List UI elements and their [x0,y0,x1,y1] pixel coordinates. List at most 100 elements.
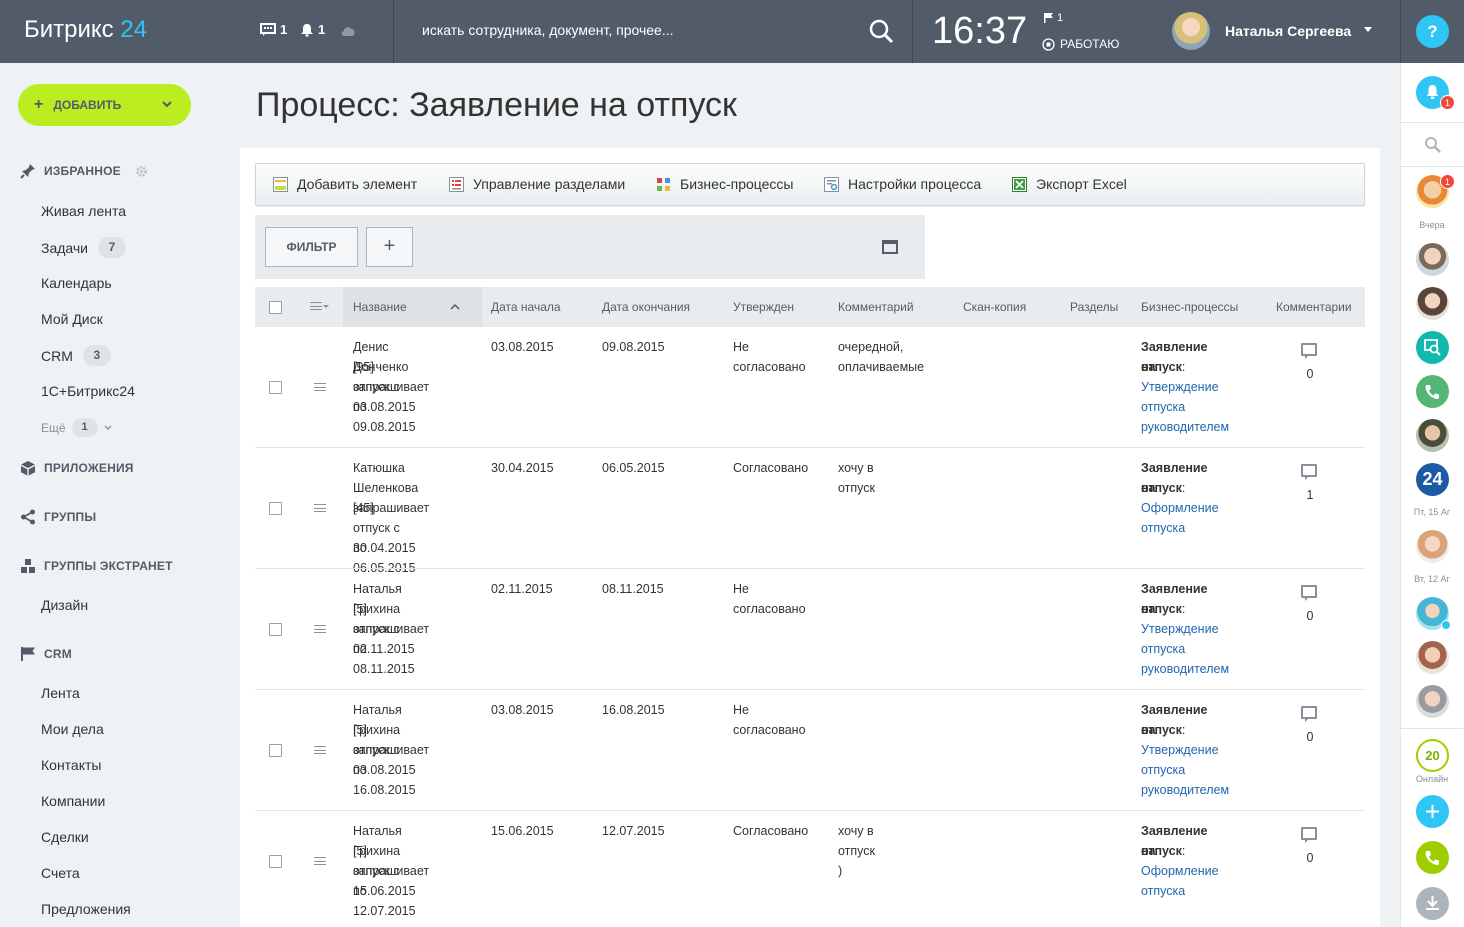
sidebar-item-crm[interactable]: CRM 3 [41,345,111,366]
col-approved[interactable]: Утвержден [733,300,794,314]
process-settings-button[interactable]: Настройки процесса [824,176,981,192]
row-bp-link[interactable]: Утверждение [1141,619,1219,639]
row-bp-link[interactable]: Утверждение [1141,740,1219,760]
col-end-date[interactable]: Дата окончания [602,300,690,314]
row-name[interactable]: по 12.07.2015 [353,881,416,921]
add-filter-button[interactable]: + [366,227,413,267]
comment-icon[interactable] [1301,343,1317,359]
search-icon[interactable] [1424,136,1441,153]
sidebar-item-my-activities[interactable]: Мои дела [41,721,104,737]
call-button[interactable] [1416,841,1449,874]
column-settings-icon[interactable] [310,302,322,310]
sidebar-item-design[interactable]: Дизайн [41,597,88,613]
export-excel-button[interactable]: Экспорт Excel [1012,176,1127,192]
sidebar-item-companies[interactable]: Компании [41,793,105,809]
messages-counter[interactable]: 1 [260,22,287,37]
row-bp-link[interactable]: Утверждение [1141,377,1219,397]
comment-icon[interactable] [1301,464,1317,480]
row-checkbox[interactable] [269,855,282,868]
sidebar-item-quotes[interactable]: Предложения [41,901,131,917]
apps-header[interactable]: ПРИЛОЖЕНИЯ [20,460,134,476]
row-menu-icon[interactable] [314,383,326,391]
groups-header[interactable]: ГРУППЫ [20,509,96,525]
row-menu-icon[interactable] [314,857,326,865]
contact-avatar[interactable] [1416,641,1449,674]
telephony-button[interactable] [1416,375,1449,408]
row-bp-link[interactable]: руководителем [1141,780,1229,800]
search-icon[interactable] [868,18,894,44]
contact-avatar[interactable] [1416,530,1449,563]
cloud-icon[interactable] [340,25,357,37]
row-bp-link[interactable]: отпуска [1141,639,1185,659]
sidebar-item-calendar[interactable]: Календарь [41,275,112,291]
col-scan[interactable]: Скан-копия [963,300,1026,314]
row-checkbox[interactable] [269,381,282,394]
sidebar-item-my-drive[interactable]: Мой Диск [41,311,103,327]
row-name[interactable]: запрашивает [353,498,429,518]
comment-icon[interactable] [1301,585,1317,601]
online-counter[interactable]: 20 [1416,739,1449,772]
contact-avatar[interactable] [1416,685,1449,718]
contact-avatar[interactable] [1416,287,1449,320]
col-comment[interactable]: Комментарий [838,300,914,314]
new-chat-button[interactable] [1416,795,1449,828]
row-checkbox[interactable] [269,744,282,757]
row-bp-link[interactable]: отпуска [1141,518,1185,538]
row-bp-link[interactable]: Оформление [1141,498,1219,518]
help-button[interactable]: ? [1416,15,1449,48]
row-checkbox[interactable] [269,623,282,636]
sidebar-item-invoices[interactable]: Счета [41,865,80,881]
col-comments[interactable]: Комментарии [1276,300,1352,314]
sidebar-item-tasks[interactable]: Задачи 7 [41,237,127,258]
gear-icon[interactable] [135,165,148,178]
sort-asc-icon[interactable] [450,303,460,310]
row-name[interactable]: по 09.08.2015 [353,397,416,437]
row-bp-link[interactable]: руководителем [1141,417,1229,437]
search-input[interactable]: искать сотрудника, документ, прочее... [422,22,674,38]
chevron-down-icon[interactable] [323,305,329,309]
user-avatar[interactable] [1172,12,1210,50]
row-name[interactable]: по 06.05.2015 [353,538,416,578]
col-sections[interactable]: Разделы [1070,300,1118,314]
clock[interactable]: 16:37 [932,10,1027,53]
row-bp-link[interactable]: отпуска [1141,760,1185,780]
col-start-date[interactable]: Дата начала [491,300,561,314]
contact-avatar[interactable] [1416,243,1449,276]
select-all-checkbox[interactable] [269,301,282,314]
row-name[interactable]: по 16.08.2015 [353,760,416,800]
chevron-down-icon[interactable] [1364,27,1372,32]
sidebar-item-1c-bitrix[interactable]: 1С+Битрикс24 [41,383,135,399]
row-bp-link[interactable]: руководителем [1141,659,1229,679]
logo[interactable]: Битрикс 24 [24,16,147,44]
favorites-header[interactable]: ИЗБРАННОЕ [20,163,148,179]
work-status[interactable]: РАБОТАЮ [1042,37,1119,51]
add-button[interactable]: + ДОБАВИТЬ [18,84,191,126]
sidebar-item-live-feed[interactable]: Живая лента [41,203,126,219]
col-name[interactable]: Название [353,300,407,314]
row-checkbox[interactable] [269,502,282,515]
download-button[interactable] [1416,887,1449,920]
manage-sections-button[interactable]: Управление разделами [449,176,625,192]
bitrix24-chat-avatar[interactable]: 24 [1416,463,1449,496]
col-business-processes[interactable]: Бизнес-процессы [1141,300,1238,314]
window-icon[interactable] [882,240,898,254]
row-name[interactable]: Катюшка [353,458,405,478]
contact-avatar[interactable] [1416,419,1449,452]
sidebar-item-deals[interactable]: Сделки [41,829,89,845]
crm-header[interactable]: CRM [20,646,72,662]
notifications-counter[interactable]: 1 [300,22,325,37]
row-name[interactable]: по 08.11.2015 [353,639,415,679]
open-lines-button[interactable] [1416,331,1449,364]
business-processes-button[interactable]: Бизнес-процессы [656,176,793,192]
sidebar-more[interactable]: Ещё 1 [41,418,112,437]
row-bp-link[interactable]: Оформление [1141,861,1219,881]
flag-counter[interactable]: 1 [1044,12,1063,24]
comment-icon[interactable] [1301,706,1317,722]
sidebar-item-contacts[interactable]: Контакты [41,757,101,773]
row-bp-link[interactable]: отпуска [1141,881,1185,901]
comment-icon[interactable] [1301,827,1317,843]
filter-button[interactable]: ФИЛЬТР [265,227,358,267]
row-menu-icon[interactable] [314,746,326,754]
row-bp-link[interactable]: отпуска [1141,397,1185,417]
sidebar-item-crm-feed[interactable]: Лента [41,685,80,701]
